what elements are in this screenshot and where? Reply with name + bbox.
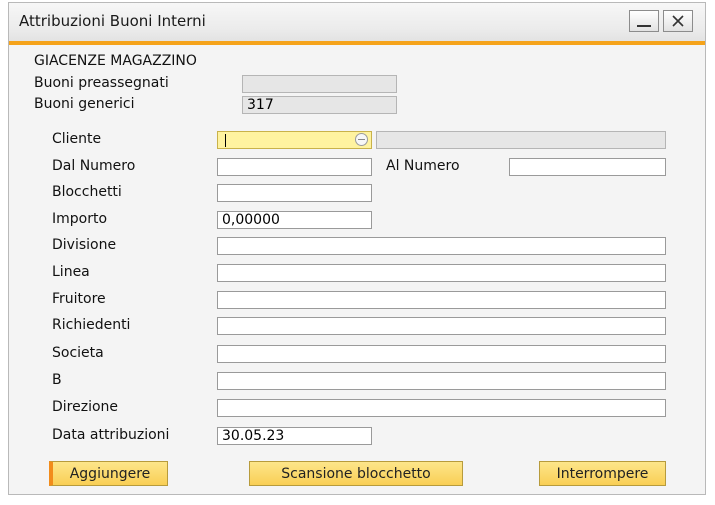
section-heading: GIACENZE MAGAZZINO <box>34 53 197 69</box>
blocchetti-label: Blocchetti <box>52 184 122 200</box>
cliente-label: Cliente <box>52 131 102 147</box>
dialog-window: Attribuzioni Buoni Interni GIACENZE MAGA… <box>8 2 706 495</box>
direzione-input[interactable] <box>217 399 666 417</box>
fruitore-input[interactable] <box>217 291 666 309</box>
close-icon <box>672 15 684 27</box>
aggiungere-button[interactable]: Aggiungere <box>49 461 168 486</box>
linea-label: Linea <box>52 264 90 280</box>
generic-field: 317 <box>242 96 397 114</box>
importo-label: Importo <box>52 211 108 227</box>
cliente-input[interactable] <box>217 131 372 149</box>
close-button[interactable] <box>663 10 693 32</box>
interrompere-button[interactable]: Interrompere <box>539 461 666 486</box>
b-input[interactable] <box>217 372 666 390</box>
divisione-label: Divisione <box>52 237 117 253</box>
preassigned-label: Buoni preassegnati <box>34 75 169 91</box>
al-numero-input[interactable] <box>509 158 666 176</box>
link-arrow-icon[interactable] <box>355 133 368 146</box>
generic-label: Buoni generici <box>34 96 135 112</box>
preassigned-field <box>242 75 397 93</box>
scansione-blocchetto-button[interactable]: Scansione blocchetto <box>249 461 463 486</box>
societa-label: Societa <box>52 345 104 361</box>
data-attribuzione-label: Data attribuzioni <box>52 427 170 443</box>
dal-numero-input[interactable] <box>217 158 372 176</box>
dal-numero-label: Dal Numero <box>52 158 136 174</box>
importo-input[interactable]: 0,00000 <box>217 211 372 229</box>
fruitore-label: Fruitore <box>52 291 106 307</box>
societa-input[interactable] <box>217 345 666 363</box>
minimize-icon <box>637 24 651 27</box>
linea-input[interactable] <box>217 264 666 282</box>
title-bar[interactable]: Attribuzioni Buoni Interni <box>9 3 705 45</box>
data-attribuzione-input[interactable]: 30.05.23 <box>217 427 372 445</box>
minimize-button[interactable] <box>629 10 659 32</box>
direzione-label: Direzione <box>52 399 119 415</box>
cliente-name-field <box>376 131 666 149</box>
text-caret <box>225 134 226 147</box>
window-title: Attribuzioni Buoni Interni <box>19 12 206 30</box>
divisione-input[interactable] <box>217 237 666 255</box>
richiedenti-label: Richiedenti <box>52 317 131 333</box>
al-numero-label: Al Numero <box>386 158 460 174</box>
blocchetti-input[interactable] <box>217 184 372 202</box>
b-label: B <box>52 372 62 388</box>
richiedenti-input[interactable] <box>217 317 666 335</box>
